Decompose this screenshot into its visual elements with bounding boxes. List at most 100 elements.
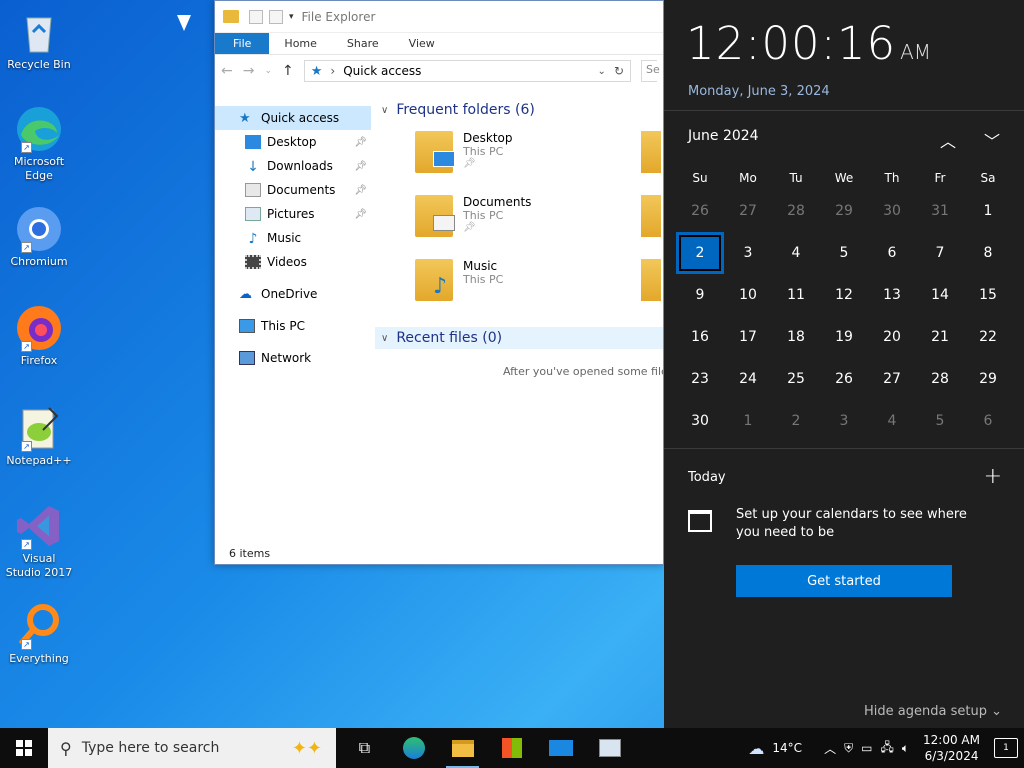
recent-files-header[interactable]: ∨ Recent files (0) <box>375 327 663 349</box>
nav-videos[interactable]: Videos <box>215 250 371 274</box>
nav-downloads[interactable]: ↓ Downloads 📌︎ <box>215 154 371 178</box>
desktop-icon-everything[interactable]: ↗ Everything <box>4 602 74 666</box>
back-icon[interactable]: ← <box>221 63 233 79</box>
next-month-icon[interactable]: ﹀ <box>984 128 1000 152</box>
calendar-day[interactable]: 6 <box>964 400 1012 442</box>
nav-documents[interactable]: Documents 📌︎ <box>215 178 371 202</box>
calendar-day[interactable]: 30 <box>676 400 724 442</box>
calendar-day[interactable]: 28 <box>916 358 964 400</box>
calendar-day[interactable]: 4 <box>772 232 820 274</box>
previous-month-icon[interactable]: ︿ <box>940 128 956 152</box>
calendar-day[interactable]: 3 <box>724 232 772 274</box>
calendar-day[interactable]: 3 <box>820 400 868 442</box>
calendar-day[interactable]: 20 <box>868 316 916 358</box>
calendar-day[interactable]: 27 <box>724 190 772 232</box>
calendar-day[interactable]: 19 <box>820 316 868 358</box>
calendar-day[interactable]: 25 <box>772 358 820 400</box>
calendar-day[interactable]: 2 <box>772 400 820 442</box>
calendar-day-selected[interactable]: 2 <box>676 232 724 274</box>
tab-home[interactable]: Home <box>269 33 331 54</box>
calendar-day[interactable]: 26 <box>676 190 724 232</box>
calendar-day[interactable]: 7 <box>916 232 964 274</box>
desktop-icon-firefox[interactable]: ↗ Firefox <box>4 304 74 368</box>
desktop-icon-recycle-bin[interactable]: Recycle Bin <box>4 8 74 72</box>
tab-share[interactable]: Share <box>332 33 394 54</box>
weather-icon[interactable]: ☁ <box>748 739 764 758</box>
taskbar-store-icon[interactable] <box>487 728 536 768</box>
add-event-icon[interactable]: + <box>984 464 1002 489</box>
weather-temperature[interactable]: 14°C <box>772 741 802 755</box>
frequent-folders-header[interactable]: ∨ Frequent folders (6) <box>375 99 663 121</box>
folder-item-music[interactable]: ♪ Music This PC <box>415 259 641 309</box>
taskbar-search-box[interactable]: ⚲ Type here to search ✦✦ <box>48 728 336 768</box>
tab-file[interactable]: File <box>215 33 270 54</box>
calendar-day[interactable]: 13 <box>868 274 916 316</box>
desktop-icon-notepad-plus-plus[interactable]: ↗ Notepad++ <box>4 404 74 468</box>
calendar-day[interactable]: 4 <box>868 400 916 442</box>
nav-network[interactable]: Network <box>215 346 371 370</box>
hide-agenda-link[interactable]: Hide agenda setup ⌄ <box>864 704 1002 719</box>
up-icon[interactable]: ↑ <box>282 63 294 79</box>
folder-item-partial[interactable] <box>641 259 661 301</box>
calendar-day[interactable]: 5 <box>916 400 964 442</box>
show-hidden-icons-icon[interactable]: ︿ <box>824 740 836 757</box>
taskbar-clock[interactable]: 12:00 AM 6/3/2024 <box>917 732 986 764</box>
calendar-day[interactable]: 28 <box>772 190 820 232</box>
calendar-day[interactable]: 30 <box>868 190 916 232</box>
taskbar-app-icon[interactable] <box>585 728 634 768</box>
calendar-day[interactable]: 29 <box>820 190 868 232</box>
desktop-icon-chromium[interactable]: ↗ Chromium <box>4 205 74 269</box>
volume-muted-icon[interactable]: 🔈︎ <box>902 741 909 756</box>
tab-view[interactable]: View <box>394 33 450 54</box>
month-label[interactable]: June 2024 <box>688 128 759 152</box>
calendar-day[interactable]: 6 <box>868 232 916 274</box>
notifications-icon[interactable]: 1 <box>994 738 1018 758</box>
calendar-day[interactable]: 21 <box>916 316 964 358</box>
folder-item-partial[interactable] <box>641 131 661 173</box>
task-view-icon[interactable]: ⧉ <box>340 728 389 768</box>
taskbar-edge-icon[interactable] <box>389 728 438 768</box>
calendar-day[interactable]: 10 <box>724 274 772 316</box>
calendar-day[interactable]: 15 <box>964 274 1012 316</box>
calendar-day[interactable]: 11 <box>772 274 820 316</box>
get-started-button[interactable]: Get started <box>736 565 952 597</box>
calendar-day[interactable]: 22 <box>964 316 1012 358</box>
nav-quick-access[interactable]: ★ Quick access <box>215 106 371 130</box>
start-button[interactable] <box>0 728 48 768</box>
nav-this-pc[interactable]: This PC <box>215 314 371 338</box>
folder-item-desktop[interactable]: Desktop This PC 📌︎ <box>415 131 641 181</box>
recent-locations-icon[interactable]: ⌄ <box>264 66 272 76</box>
calendar-day[interactable]: 24 <box>724 358 772 400</box>
calendar-day[interactable]: 5 <box>820 232 868 274</box>
calendar-day[interactable]: 1 <box>964 190 1012 232</box>
customize-toolbar-icon[interactable]: ▾ <box>289 12 294 22</box>
calendar-day[interactable]: 17 <box>724 316 772 358</box>
calendar-day[interactable]: 31 <box>916 190 964 232</box>
calendar-day[interactable]: 27 <box>868 358 916 400</box>
calendar-day[interactable]: 23 <box>676 358 724 400</box>
taskbar-mail-icon[interactable] <box>536 728 585 768</box>
folder-item-documents[interactable]: Documents This PC 📌︎ <box>415 195 641 245</box>
security-icon[interactable]: ⛨ <box>844 741 853 756</box>
refresh-icon[interactable]: ↻ <box>614 64 624 78</box>
calendar-day[interactable]: 18 <box>772 316 820 358</box>
nav-onedrive[interactable]: ☁ OneDrive <box>215 282 371 306</box>
new-folder-icon[interactable] <box>269 9 283 24</box>
calendar-day[interactable]: 9 <box>676 274 724 316</box>
network-icon[interactable]: 🖧︎ <box>880 738 893 759</box>
nav-music[interactable]: ♪ Music <box>215 226 371 250</box>
nav-pictures[interactable]: Pictures 📌︎ <box>215 202 371 226</box>
desktop-icon-visual-studio[interactable]: ↗ Visual Studio 2017 <box>4 502 74 580</box>
folder-item-partial[interactable] <box>641 195 661 237</box>
properties-icon[interactable] <box>249 9 263 24</box>
taskbar-file-explorer-icon[interactable] <box>438 728 487 768</box>
battery-icon[interactable]: ▭ <box>861 741 872 755</box>
search-box[interactable]: Se <box>641 60 660 82</box>
calendar-day[interactable]: 26 <box>820 358 868 400</box>
desktop-icon-edge[interactable]: ↗ Microsoft Edge <box>4 105 74 183</box>
calendar-day[interactable]: 16 <box>676 316 724 358</box>
calendar-day[interactable]: 29 <box>964 358 1012 400</box>
calendar-day[interactable]: 8 <box>964 232 1012 274</box>
long-date-link[interactable]: Monday, June 3, 2024 <box>664 78 1024 99</box>
address-dropdown-icon[interactable]: ⌄ <box>598 66 606 77</box>
